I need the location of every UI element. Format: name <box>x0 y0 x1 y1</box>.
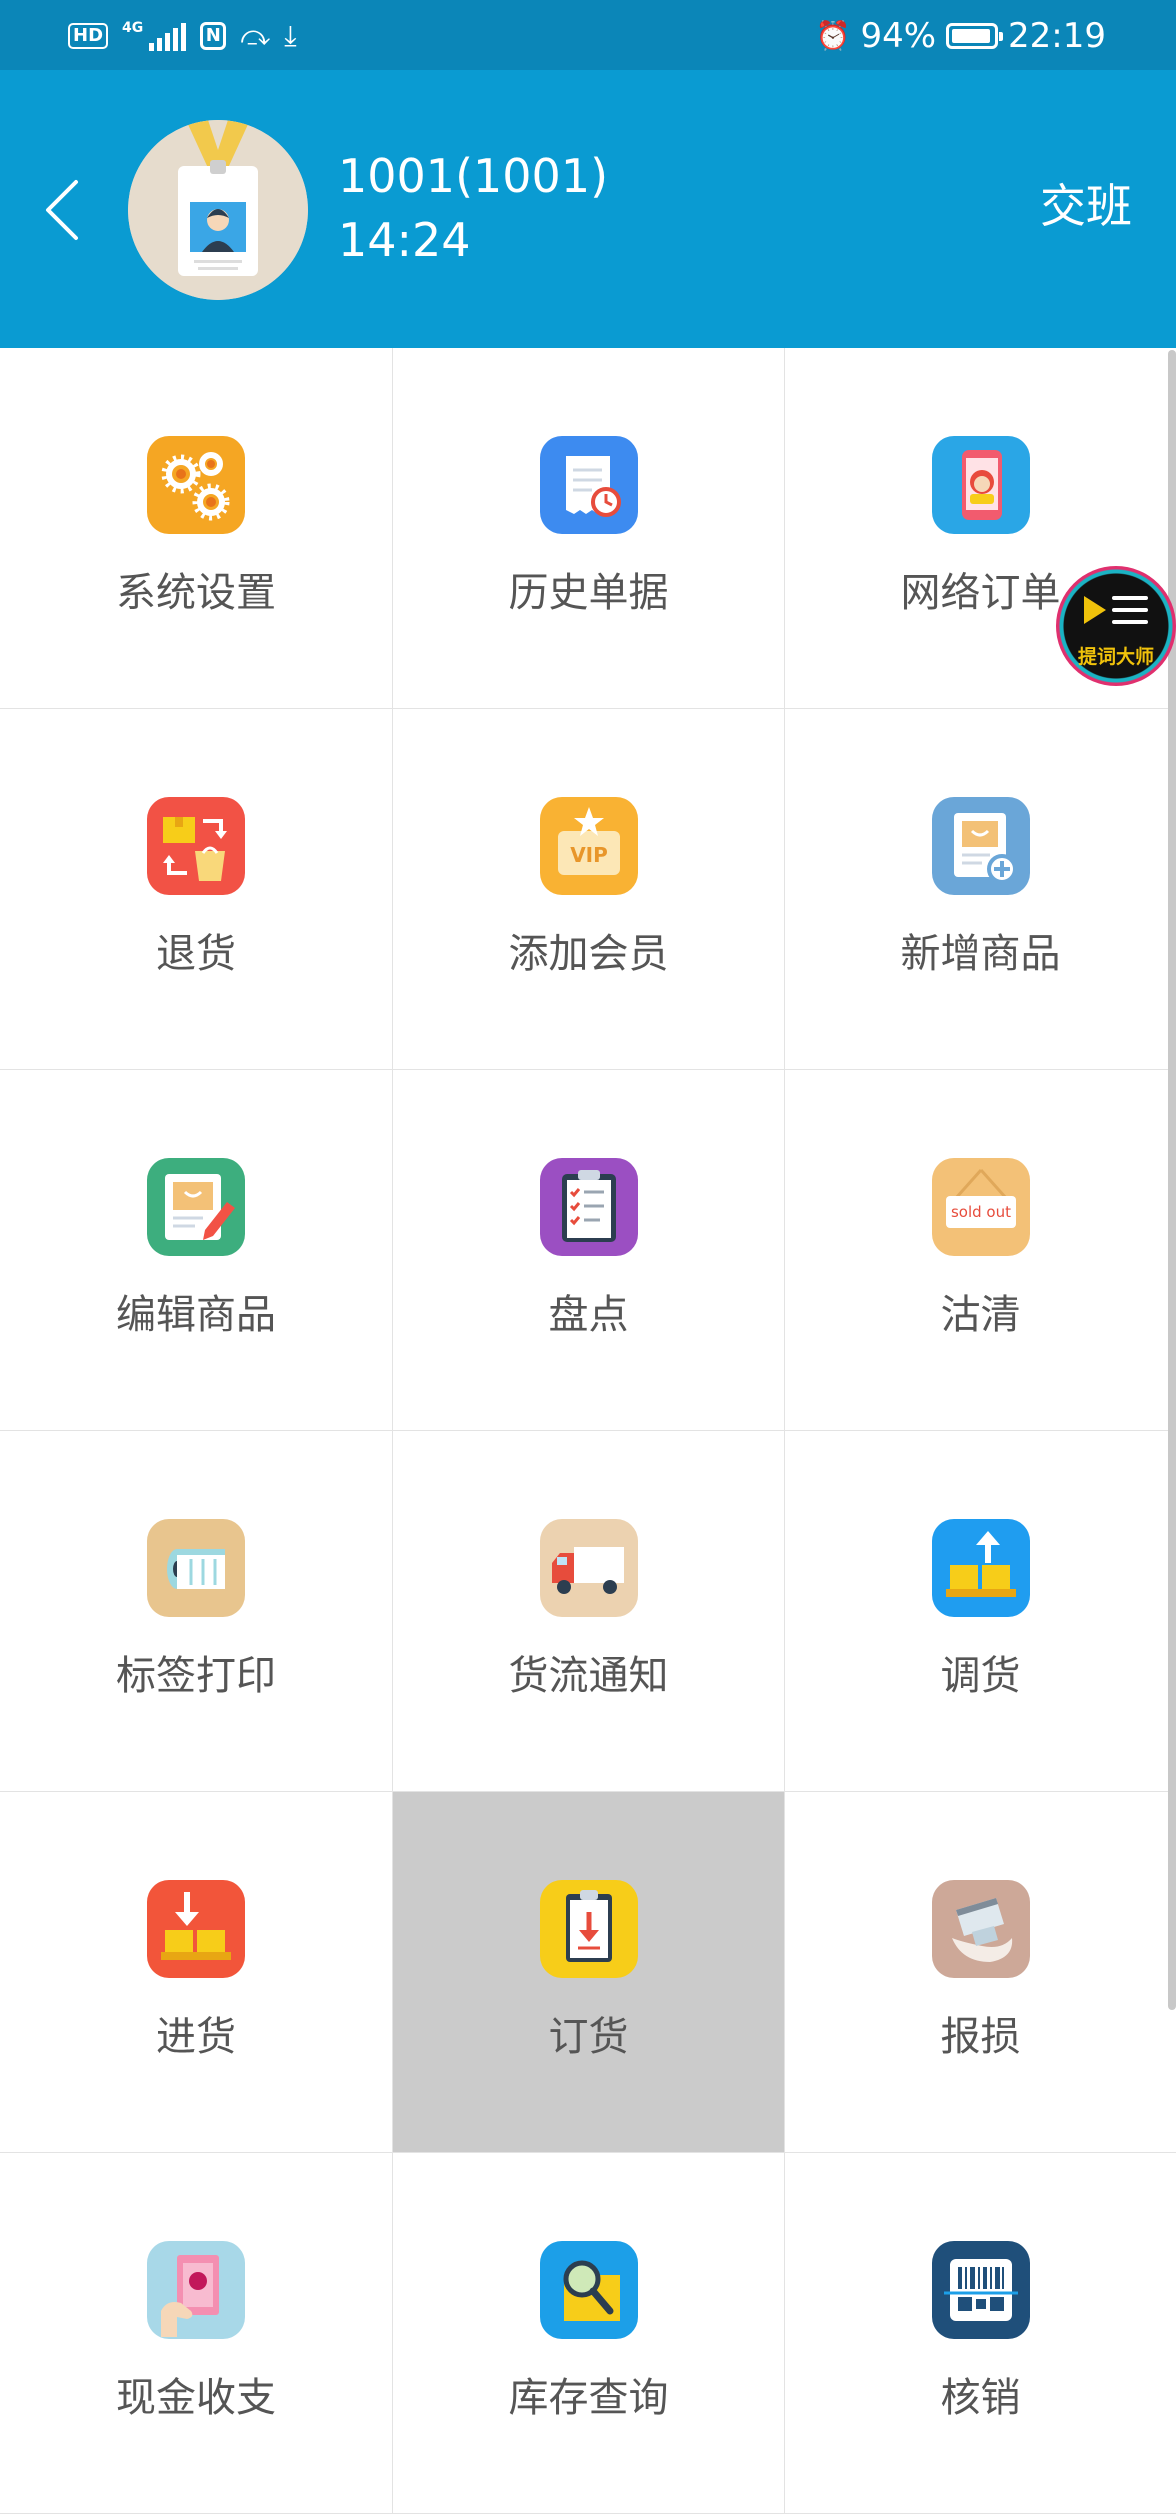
history-receipt-icon <box>539 436 638 534</box>
header-bar: 1001(1001) 14:24 交班 <box>0 70 1176 348</box>
sold-out-icon: sold out <box>931 1158 1030 1256</box>
battery-fill <box>952 29 991 43</box>
menu-item-label: 添加会员 <box>508 931 669 977</box>
menu-item-damage-report[interactable]: 报损 <box>785 1792 1176 2153</box>
svg-text:VIP: VIP <box>570 843 608 867</box>
menu-item-label: 现金收支 <box>116 2375 276 2421</box>
status-left-icons: HD 4G N ⤼ ⤓ <box>68 14 297 58</box>
handover-button[interactable]: 交班 <box>1040 176 1132 236</box>
settings-gears-icon <box>147 436 245 534</box>
menu-item-label: 编辑商品 <box>116 1292 276 1338</box>
menu-item-cash-flow[interactable]: 现金收支 <box>0 2153 393 2514</box>
battery-percent: 94% <box>860 16 937 56</box>
transfer-goods-icon <box>931 1519 1030 1617</box>
purchase-in-icon <box>147 1880 245 1978</box>
vip-card-icon: VIP <box>539 797 638 895</box>
menu-item-label: 盘点 <box>548 1292 629 1338</box>
menu-item-label: 库存查询 <box>508 2375 669 2421</box>
delivery-truck-icon <box>539 1519 638 1617</box>
menu-item-label: 历史单据 <box>508 570 669 616</box>
menu-item-order-goods[interactable]: 订货 <box>393 1792 785 2153</box>
menu-item-label: 调货 <box>940 1653 1021 1699</box>
menu-item-label: 核销 <box>940 2375 1021 2421</box>
hotspot-icon: ⤼ <box>240 19 271 52</box>
clock: 22:19 <box>1008 16 1106 56</box>
stock-search-icon <box>539 2241 638 2339</box>
alarm-icon: ⏰ <box>815 19 851 52</box>
menu-item-label: 报损 <box>940 2014 1021 2060</box>
menu-item-shipment-notice[interactable]: 货流通知 <box>393 1431 785 1792</box>
hd-icon: HD <box>68 23 109 49</box>
label-roll-icon <box>147 1519 245 1617</box>
add-product-icon <box>931 797 1030 895</box>
menu-item-new-product[interactable]: 新增商品 <box>785 709 1176 1070</box>
cash-icon <box>147 2241 245 2339</box>
menu-item-write-off[interactable]: 核销 <box>785 2153 1176 2514</box>
play-icon <box>1084 596 1106 624</box>
order-goods-icon <box>539 1880 638 1978</box>
inventory-clipboard-icon <box>539 1158 638 1256</box>
menu-lines-icon <box>1112 596 1148 632</box>
menu-item-sold-out[interactable]: sold out 沽清 <box>785 1070 1176 1431</box>
status-bar: HD 4G N ⤼ ⤓ ⏰ 94% 22:19 <box>0 0 1176 70</box>
network-type: 4G <box>122 20 144 36</box>
svg-text:sold out: sold out <box>950 1203 1010 1221</box>
menu-item-return-goods[interactable]: 退货 <box>0 709 393 1070</box>
menu-item-transfer-goods[interactable]: 调货 <box>785 1431 1176 1792</box>
nfc-icon: N <box>200 22 227 50</box>
menu-item-history-receipts[interactable]: 历史单据 <box>393 348 785 709</box>
floating-prompter-button[interactable]: 提词大师 <box>1056 566 1176 686</box>
avatar[interactable] <box>128 120 308 300</box>
battery-icon <box>946 23 1004 49</box>
menu-item-label: 退货 <box>156 931 236 977</box>
menu-item-add-member[interactable]: VIP 添加会员 <box>393 709 785 1070</box>
menu-item-label: 进货 <box>156 2014 236 2060</box>
floating-bubble-label: 提词大师 <box>1077 646 1154 668</box>
back-button[interactable] <box>38 170 88 250</box>
online-order-icon <box>931 436 1030 534</box>
menu-item-purchase[interactable]: 进货 <box>0 1792 393 2153</box>
menu-item-label-print[interactable]: 标签打印 <box>0 1431 393 1792</box>
menu-item-label: 系统设置 <box>116 570 276 616</box>
download-icon: ⤓ <box>284 19 297 52</box>
menu-item-stock-query[interactable]: 库存查询 <box>393 2153 785 2514</box>
menu-item-label: 沽清 <box>940 1292 1021 1338</box>
menu-item-label: 订货 <box>548 2014 629 2060</box>
menu-item-label: 标签打印 <box>116 1653 276 1699</box>
menu-item-system-settings[interactable]: 系统设置 <box>0 348 393 709</box>
employee-badge-icon <box>128 120 308 300</box>
damage-report-icon <box>931 1880 1030 1978</box>
status-right-icons: ⏰ 94% 22:19 <box>816 14 1106 58</box>
shift-time: 14:24 <box>338 213 471 267</box>
return-goods-icon <box>147 797 245 895</box>
function-grid: 系统设置 历史单据 网络订单 退货 VIP 添加会员 新增商品 编辑商品 盘点 … <box>0 348 1176 2514</box>
barcode-scan-icon <box>931 2241 1030 2339</box>
user-name: 1001(1001) <box>338 149 609 203</box>
edit-product-icon <box>147 1158 245 1256</box>
signal-icon: 4G <box>122 20 187 51</box>
menu-item-label: 新增商品 <box>900 931 1061 977</box>
menu-item-label: 货流通知 <box>508 1653 669 1699</box>
menu-item-edit-product[interactable]: 编辑商品 <box>0 1070 393 1431</box>
chevron-left-icon <box>46 180 78 240</box>
menu-item-inventory-check[interactable]: 盘点 <box>393 1070 785 1431</box>
